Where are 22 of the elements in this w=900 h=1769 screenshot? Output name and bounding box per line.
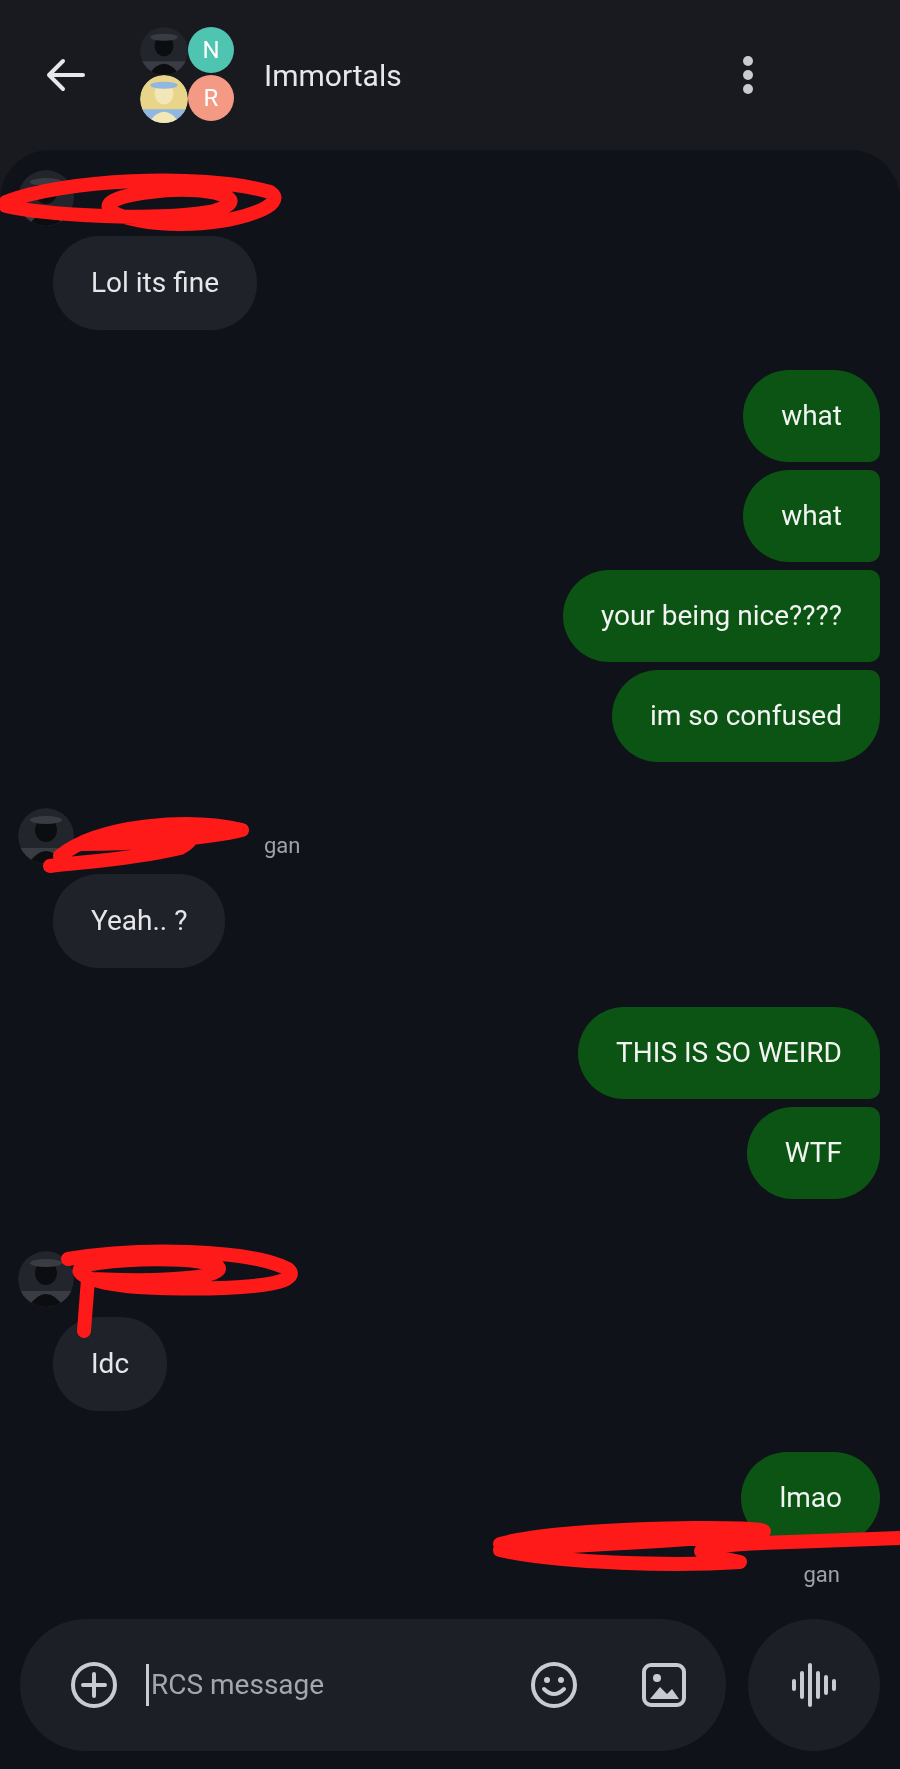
sent-message: im so confused bbox=[611, 670, 880, 762]
received-message: Yeah.. ? bbox=[53, 874, 226, 968]
member-avatar: R bbox=[188, 75, 234, 121]
sent-message: what bbox=[743, 370, 880, 462]
add-icon[interactable] bbox=[70, 1661, 118, 1709]
conversation-title: Immortals bbox=[264, 56, 402, 95]
waveform-icon bbox=[792, 1661, 836, 1709]
message-input[interactable]: RCS message bbox=[146, 1664, 530, 1706]
sent-message: THIS IS SO WEIRD bbox=[578, 1007, 880, 1099]
member-avatar: N bbox=[188, 27, 234, 73]
received-message: Idc bbox=[53, 1317, 168, 1411]
image-icon[interactable] bbox=[642, 1663, 686, 1707]
sent-message: what bbox=[743, 470, 880, 562]
sent-message: your being nice???? bbox=[562, 570, 880, 662]
emoji-icon[interactable] bbox=[530, 1661, 578, 1709]
back-arrow-icon bbox=[45, 58, 85, 92]
read-receipt: gan bbox=[803, 1561, 840, 1589]
more-options-icon bbox=[742, 55, 754, 95]
message-composer[interactable]: RCS message bbox=[20, 1619, 726, 1751]
received-message: Lol its fine bbox=[53, 236, 257, 330]
sender-name: gan bbox=[264, 832, 301, 860]
sent-message: WTF bbox=[746, 1107, 880, 1199]
